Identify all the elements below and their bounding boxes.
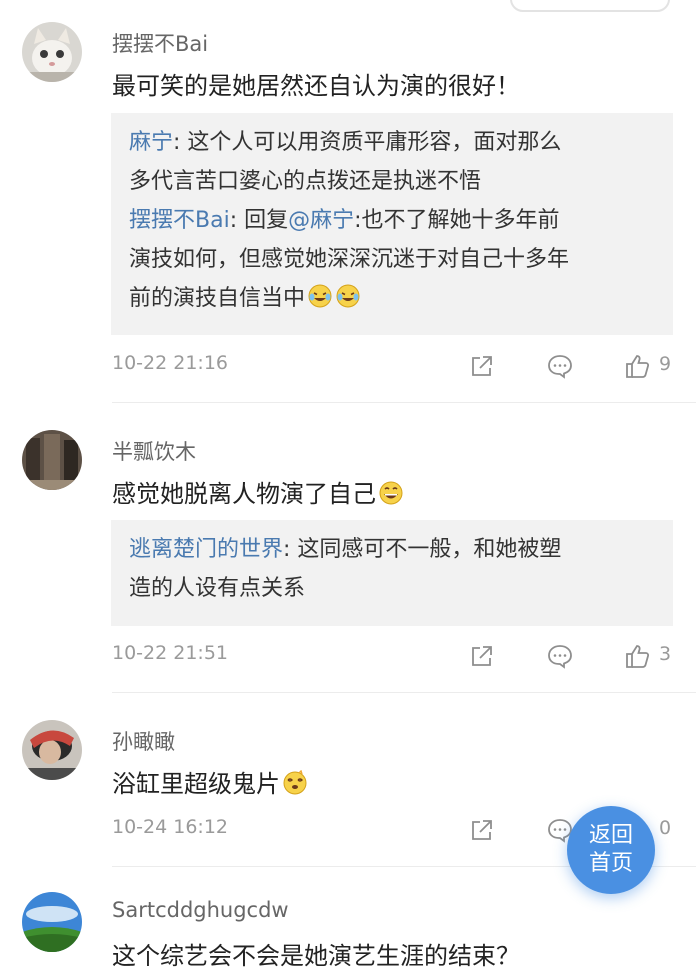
reply-line: 逃离楚门的世界: 这同感可不一般，和她被塑 [129,530,655,569]
comment-text: 最可笑的是她居然还自认为演的很好！ [112,66,520,101]
avatar[interactable] [22,430,82,490]
reply-separator: : 回复 [229,208,289,233]
reply-username[interactable]: 摆摆不Bai [129,208,230,233]
photo-avatar-image [22,720,82,780]
comment-text-body: 这个综艺会不会是她演艺生涯的结束？ [112,942,520,970]
back-to-home-label-line2: 首页 [588,851,633,876]
share-icon[interactable] [468,642,496,670]
reply-text: 这个人可以用资质平庸形容，面对那么 [187,130,562,155]
dizzy-emoji-icon [283,770,307,795]
reply-text: 造的人设有点关系 [129,576,306,601]
thumbs-up-icon[interactable] [623,642,651,670]
thumbs-up-icon[interactable] [623,352,651,380]
reply-text: 演技如何，但感觉她深深沉迷于对自己十多年 [129,247,570,272]
comment-username[interactable]: 孙瞰瞰 [112,726,175,756]
reply-line: 摆摆不Bai: 回复@麻宁:也不了解她十多年前 [129,201,655,240]
comment-text: 这个综艺会不会是她演艺生涯的结束？ [112,936,520,971]
comment-time: 10-22 21:16 [112,352,229,374]
grin-emoji-icon [379,481,403,505]
comment-username[interactable]: 摆摆不Bai [112,28,208,58]
photo-avatar-image [22,430,82,490]
reply-text: 前的演技自信当中 [129,286,306,311]
back-to-home-label-line1: 返回 [588,823,633,848]
reply-text: :也不了解她十多年前 [354,208,560,233]
reply-text: 这同感可不一般，和她被塑 [297,537,562,562]
share-icon[interactable] [468,816,496,844]
landscape-avatar-image [22,892,82,952]
avatar[interactable] [22,720,82,780]
cat-avatar-image [22,22,82,82]
comment-text: 感觉她脱离人物演了自己 [112,474,404,509]
laugh-cry-emoji-icon [308,284,332,308]
comment-text-body: 浴缸里超级鬼片 [112,770,280,798]
comment-meta: 10-22 21:51 3 [112,642,672,672]
reply-line: 演技如何，但感觉她深深沉迷于对自己十多年 [129,240,655,279]
reply-mention[interactable]: @麻宁 [288,208,354,233]
divider [112,402,696,403]
comment-text-body: 感觉她脱离人物演了自己 [112,480,376,508]
comment-time: 10-24 16:12 [112,816,229,838]
reply-line: 造的人设有点关系 [129,569,655,608]
like-count: 3 [659,643,672,665]
like-count: 9 [659,353,672,375]
like-count: 0 [659,817,672,839]
laugh-cry-emoji-icon [336,284,360,308]
share-icon[interactable] [468,352,496,380]
reply-line: 多代言苦口婆心的点拨还是执迷不悟 [129,162,655,201]
back-to-home-button[interactable]: 返回 首页 [567,806,655,894]
reply-username[interactable]: 麻宁 [129,130,173,155]
reply-line: 麻宁: 这个人可以用资质平庸形容，面对那么 [129,123,655,162]
reply-line: 前的演技自信当中 [129,279,655,318]
comment-text-body: 最可笑的是她居然还自认为演的很好！ [112,72,520,100]
comment-username[interactable]: 半瓢饮木 [112,436,196,466]
top-search-pill[interactable] [510,0,670,12]
avatar[interactable] [22,22,82,82]
reply-username[interactable]: 逃离楚门的世界 [129,537,283,562]
reply-box[interactable]: 逃离楚门的世界: 这同感可不一般，和她被塑 造的人设有点关系 [111,520,673,626]
reply-box[interactable]: 麻宁: 这个人可以用资质平庸形容，面对那么 多代言苦口婆心的点拨还是执迷不悟 摆… [111,113,673,335]
comment-username[interactable]: Sartcddghugcdw [112,898,289,922]
avatar[interactable] [22,892,82,952]
comment-time: 10-22 21:51 [112,642,229,664]
reply-separator: : [283,537,298,562]
reply-text: 多代言苦口婆心的点拨还是执迷不悟 [129,169,482,194]
comment-text: 浴缸里超级鬼片 [112,764,308,799]
divider [112,692,696,693]
reply-separator: : [173,130,188,155]
comment-icon[interactable] [546,352,574,380]
comment-icon[interactable] [546,642,574,670]
comment-meta: 10-22 21:16 9 [112,352,672,382]
